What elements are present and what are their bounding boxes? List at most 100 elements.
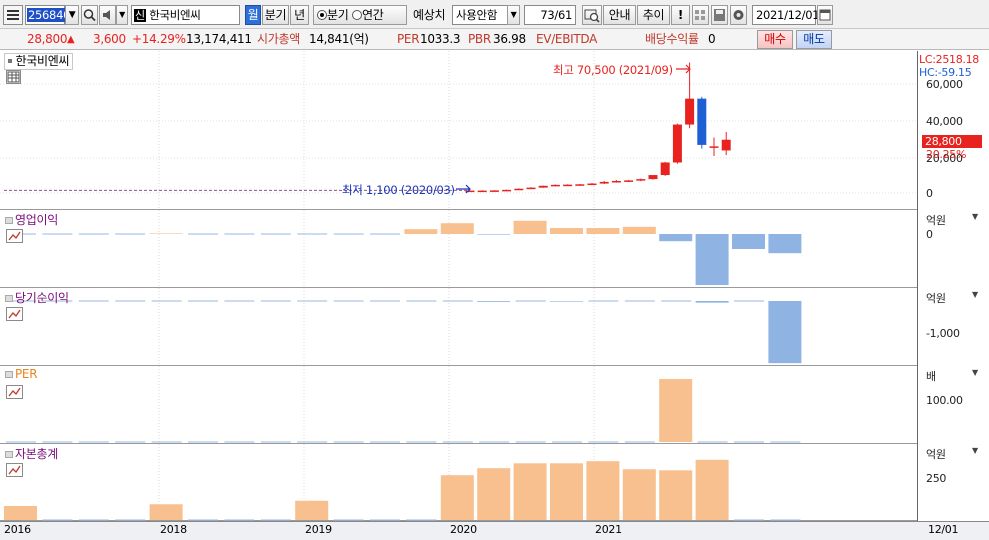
gear-icon[interactable] (730, 5, 747, 25)
bar (695, 301, 729, 303)
period-year-button[interactable]: 년 (290, 5, 309, 25)
pane-title-text: 당기순이익 (15, 291, 69, 305)
per-value: 1033.3 (420, 32, 461, 46)
sound-icon[interactable] (99, 5, 116, 25)
candle-body (587, 183, 597, 186)
pane-handle-icon[interactable] (5, 217, 13, 224)
save-icon[interactable] (711, 5, 728, 25)
zoom-icon[interactable] (582, 5, 602, 25)
bar (695, 234, 729, 285)
mode-badge-monthly[interactable]: 월 (245, 5, 261, 25)
x-axis-label: 2021 (595, 523, 622, 536)
low-arrow (456, 184, 471, 194)
forecast-label: 예상치 (413, 8, 446, 22)
pane-tick: 0 (926, 228, 933, 241)
indicator-settings-icon[interactable] (6, 385, 23, 399)
forecast-dropdown-icon[interactable]: ▼ (507, 5, 520, 25)
bar (4, 506, 37, 520)
indicator-settings-icon[interactable] (6, 463, 23, 477)
volume: 13,174,411 (186, 32, 252, 46)
radio-quarter[interactable]: 분기 (317, 8, 352, 22)
sell-button[interactable]: 매도 (796, 30, 832, 49)
low-annotation: 최저 1,100 (2020/03) (342, 183, 455, 197)
pane-scroll-arrow-icon[interactable]: ▼ (972, 290, 978, 299)
stock-name: 한국비엔씨 (149, 8, 201, 22)
price-pane-title: 한국비엔씨 (4, 53, 74, 70)
trend-button[interactable]: 추이 (637, 5, 670, 25)
price-change-pct: +14.29% (132, 32, 186, 46)
bar (768, 234, 802, 254)
bar (477, 468, 511, 520)
pane-title-equity: 자본총계 (5, 445, 58, 462)
pane-handle-icon[interactable] (5, 295, 13, 302)
candle-body (526, 187, 536, 190)
price-tick-0: 0 (926, 187, 933, 200)
current-price: 28,800 (27, 32, 68, 46)
bar (440, 475, 474, 520)
candle-body (477, 190, 487, 193)
bar (768, 301, 802, 364)
radio-annual-label: 연간 (362, 8, 384, 22)
search-icon[interactable] (81, 5, 98, 25)
period-quarter-button[interactable]: 분기 (262, 5, 289, 25)
per-label: PER (397, 32, 420, 46)
pane-title-net-income: 당기순이익 (5, 289, 69, 306)
grid-icon[interactable] (692, 5, 709, 25)
buy-button[interactable]: 매수 (757, 30, 793, 49)
new-listing-badge: 신 (134, 9, 146, 22)
pane-handle-icon[interactable] (5, 371, 13, 378)
ev-ebitda-label: EV/EBITDA (536, 32, 598, 46)
bar (622, 469, 656, 520)
lc-label: LC:2518.18 (919, 53, 980, 66)
x-axis-label: 2020 (450, 523, 477, 536)
alert-button[interactable]: ! (671, 5, 690, 25)
pane-handle-icon[interactable] (5, 451, 13, 458)
pane-tick: 100.00 (926, 394, 963, 407)
bar (732, 234, 765, 249)
chart-canvas (0, 51, 918, 521)
indicator-settings-icon[interactable] (6, 307, 23, 321)
dropdown-arrow-icon[interactable]: ▼ (116, 5, 128, 25)
x-axis-label: 2019 (305, 523, 332, 536)
bar (586, 228, 620, 234)
pane-unit: 억원 (926, 292, 946, 305)
bar (550, 301, 583, 302)
high-arrow (676, 64, 691, 74)
pane-scroll-arrow-icon[interactable]: ▼ (972, 368, 978, 377)
period-radio-group: 분기 연간 (313, 5, 407, 25)
menu-icon[interactable] (3, 5, 23, 25)
table-icon[interactable] (6, 70, 21, 84)
candle-body (489, 190, 499, 192)
pane-unit: 억원 (926, 214, 946, 227)
radio-annual[interactable]: 연간 (352, 8, 384, 22)
calendar-icon[interactable] (817, 5, 833, 25)
candle-body (672, 124, 682, 163)
pane-title-text: PER (15, 367, 38, 381)
chevron-down-icon[interactable]: ▼ (65, 5, 79, 25)
pane-scroll-arrow-icon[interactable]: ▼ (972, 446, 978, 455)
stock-code-input[interactable]: 256840 (25, 5, 72, 25)
bar (586, 461, 620, 520)
pane-drag-handle-icon[interactable] (8, 59, 12, 63)
bar (513, 220, 547, 234)
guide-button[interactable]: 안내 (603, 5, 636, 25)
pane-tick: -1,000 (926, 327, 960, 340)
candle-body (575, 184, 585, 186)
forecast-select[interactable]: 사용안함 (452, 5, 508, 25)
candle-body (502, 189, 512, 192)
x-axis-label: 2018 (160, 523, 187, 536)
pane-scroll-arrow-icon[interactable]: ▼ (972, 212, 978, 221)
x-axis-bar (0, 521, 989, 540)
candle-body (648, 175, 658, 180)
pane-unit: 억원 (926, 448, 946, 461)
stock-name-field[interactable]: 신 한국비엔씨 (131, 5, 240, 25)
bar (622, 226, 656, 234)
bar (550, 463, 583, 520)
candle-body (550, 184, 560, 187)
date-field[interactable]: 2021/12/01 (752, 5, 820, 25)
high-annotation: 최고 70,500 (2021/09) (553, 63, 673, 77)
bar (477, 301, 511, 302)
current-pct-label: 20.25% (926, 148, 967, 161)
candle-body (660, 162, 670, 176)
indicator-settings-icon[interactable] (6, 229, 23, 243)
